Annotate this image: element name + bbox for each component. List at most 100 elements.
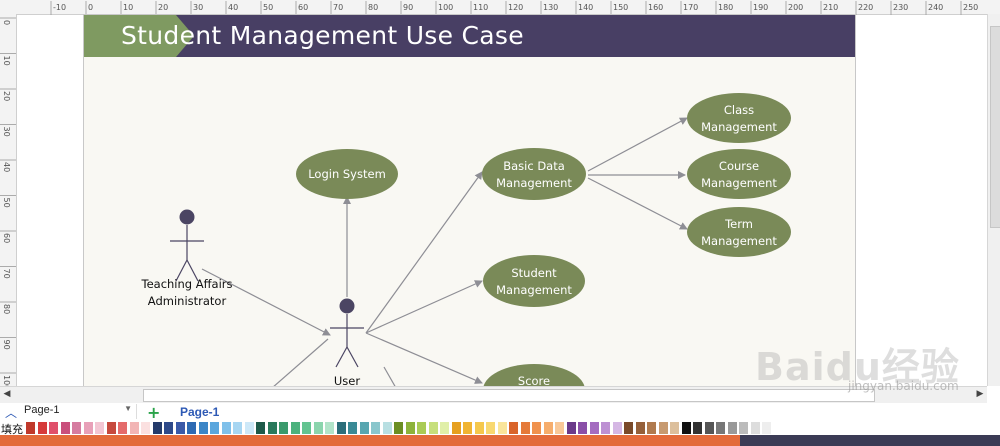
color-swatch[interactable] xyxy=(141,422,150,434)
color-swatch[interactable] xyxy=(164,422,173,434)
color-swatch[interactable] xyxy=(267,422,277,434)
color-swatch[interactable] xyxy=(486,422,495,434)
color-swatch[interactable] xyxy=(451,422,461,434)
color-swatch[interactable] xyxy=(290,422,300,434)
color-swatch[interactable] xyxy=(405,422,415,434)
color-swatch[interactable] xyxy=(693,422,702,434)
vertical-scroll-thumb[interactable] xyxy=(990,26,1000,228)
ruler-label: 110 xyxy=(473,3,488,12)
actor-user[interactable]: User xyxy=(330,298,364,389)
color-swatch[interactable] xyxy=(95,422,104,434)
color-swatch[interactable] xyxy=(497,422,507,434)
color-swatch[interactable] xyxy=(624,422,633,434)
color-swatch[interactable] xyxy=(532,422,541,434)
scroll-right-icon[interactable]: ▶ xyxy=(974,387,986,401)
color-swatch[interactable] xyxy=(233,422,242,434)
ruler-label: 240 xyxy=(928,3,943,12)
color-swatch[interactable] xyxy=(555,422,564,434)
color-swatch[interactable] xyxy=(509,422,518,434)
ruler-label: 200 xyxy=(788,3,803,12)
collapse-chevron-icon[interactable]: ︿ xyxy=(5,404,17,421)
color-swatch[interactable] xyxy=(704,422,714,434)
color-swatch[interactable] xyxy=(566,422,576,434)
color-swatch[interactable] xyxy=(612,422,622,434)
color-swatch[interactable] xyxy=(739,422,748,434)
color-swatch[interactable] xyxy=(129,422,139,434)
color-swatch[interactable] xyxy=(382,422,392,434)
color-swatch[interactable] xyxy=(647,422,656,434)
color-swatch[interactable] xyxy=(26,422,35,434)
color-swatch[interactable] xyxy=(601,422,610,434)
use-case-login-system[interactable]: Login System xyxy=(296,149,398,199)
use-case-label-line-2: Management xyxy=(701,176,777,190)
color-swatch[interactable] xyxy=(520,422,530,434)
left-ruler: 0 10 20 30 40 50 60 70 80 90 100 xyxy=(0,14,17,390)
color-swatch[interactable] xyxy=(325,422,334,434)
ruler-label: 20 xyxy=(2,91,11,101)
color-swatch[interactable] xyxy=(187,422,196,434)
use-case-label-line-2: Management xyxy=(701,120,777,134)
ruler-label: 30 xyxy=(193,3,203,12)
color-swatch[interactable] xyxy=(244,422,254,434)
color-swatch[interactable] xyxy=(727,422,737,434)
color-swatch[interactable] xyxy=(750,422,760,434)
color-swatch[interactable] xyxy=(72,422,81,434)
add-page-button[interactable]: + xyxy=(147,403,160,422)
color-swatch[interactable] xyxy=(635,422,645,434)
color-swatch[interactable] xyxy=(371,422,380,434)
color-swatch[interactable] xyxy=(279,422,288,434)
color-swatch[interactable] xyxy=(210,422,219,434)
color-swatch[interactable] xyxy=(440,422,449,434)
color-swatch[interactable] xyxy=(336,422,346,434)
color-swatch[interactable] xyxy=(118,422,127,434)
use-case-basic-data-management[interactable]: Basic Data Management xyxy=(482,148,586,200)
ruler-label: 140 xyxy=(578,3,593,12)
use-case-course-management[interactable]: Course Management xyxy=(687,149,791,199)
actor-teaching-affairs-administrator[interactable]: Teaching Affairs Administrator xyxy=(141,209,233,309)
color-swatch[interactable] xyxy=(716,422,725,434)
diagram-page[interactable]: Student Management Use Case Teaching Aff… xyxy=(83,14,856,396)
use-case-label-line-2: Management xyxy=(496,176,572,190)
color-swatch[interactable] xyxy=(198,422,208,434)
connector-basic-class xyxy=(587,117,688,172)
color-swatch[interactable] xyxy=(348,422,357,434)
use-case-class-management[interactable]: Class Management xyxy=(687,93,791,143)
color-swatch[interactable] xyxy=(394,422,403,434)
color-swatch[interactable] xyxy=(60,422,70,434)
color-swatch[interactable] xyxy=(302,422,311,434)
use-case-student-management[interactable]: Student Management xyxy=(483,255,585,307)
tab-page-1[interactable]: Page-1 xyxy=(180,405,219,419)
page-select-dropdown[interactable]: Page-1 ▼ xyxy=(24,404,137,419)
use-case-label: Login System xyxy=(308,167,386,181)
color-swatch[interactable] xyxy=(221,422,231,434)
use-case-term-management[interactable]: Term Management xyxy=(687,207,791,257)
ruler-label: 0 xyxy=(88,3,93,12)
color-swatch[interactable] xyxy=(474,422,484,434)
actor-body-icon xyxy=(170,225,204,282)
vertical-scrollbar[interactable] xyxy=(987,14,1000,386)
color-swatch[interactable] xyxy=(428,422,438,434)
color-swatch[interactable] xyxy=(313,422,323,434)
color-swatch[interactable] xyxy=(152,422,162,434)
color-swatch[interactable] xyxy=(670,422,679,434)
color-swatch[interactable] xyxy=(543,422,553,434)
color-swatch[interactable] xyxy=(106,422,116,434)
ruler-label: 120 xyxy=(508,3,523,12)
color-swatch[interactable] xyxy=(417,422,426,434)
color-swatch[interactable] xyxy=(49,422,58,434)
color-swatch[interactable] xyxy=(658,422,668,434)
ruler-label: 90 xyxy=(2,340,11,350)
color-swatch[interactable] xyxy=(256,422,265,434)
color-swatch[interactable] xyxy=(681,422,691,434)
color-swatch[interactable] xyxy=(175,422,185,434)
color-swatch[interactable] xyxy=(762,422,771,434)
ruler-label: 80 xyxy=(2,304,11,314)
color-swatch[interactable] xyxy=(589,422,599,434)
scroll-left-icon[interactable]: ◀ xyxy=(1,387,13,401)
color-swatch[interactable] xyxy=(463,422,472,434)
use-case-label-line-1: Student xyxy=(511,266,557,280)
color-swatch[interactable] xyxy=(359,422,369,434)
color-swatch[interactable] xyxy=(37,422,47,434)
color-swatch[interactable] xyxy=(83,422,93,434)
color-swatch[interactable] xyxy=(578,422,587,434)
